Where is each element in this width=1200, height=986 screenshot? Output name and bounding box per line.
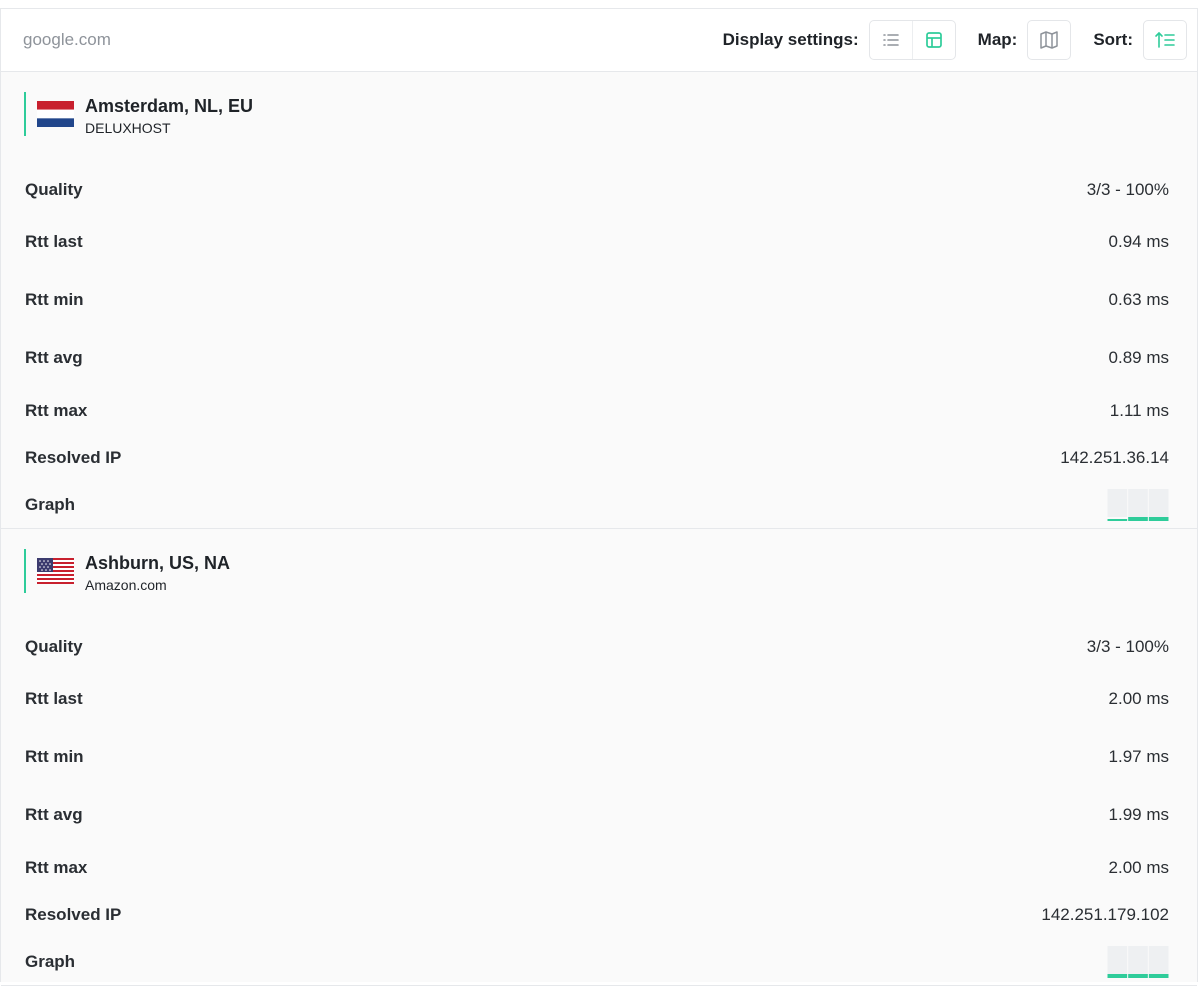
resolved-ip-row: Resolved IP 142.251.36.14 bbox=[1, 434, 1197, 481]
row-label: Rtt max bbox=[25, 857, 88, 877]
united-states-flag-icon bbox=[37, 558, 74, 584]
sort-label: Sort: bbox=[1093, 30, 1133, 49]
graph-sample-bg bbox=[1107, 489, 1128, 517]
row-label: Quality bbox=[25, 179, 83, 199]
row-label: Rtt last bbox=[25, 232, 83, 251]
rtt-avg-row: Rtt avg 1.99 ms bbox=[1, 786, 1197, 844]
location-accent-bar bbox=[24, 92, 26, 136]
row-label: Rtt last bbox=[25, 689, 83, 708]
rtt-last-row: Rtt last 0.94 ms bbox=[1, 213, 1197, 271]
rtt-min-row: Rtt min 0.63 ms bbox=[1, 271, 1197, 329]
graph-sample-bg bbox=[1148, 489, 1169, 517]
row-value: 3/3 - 100% bbox=[1086, 636, 1169, 656]
location-header: Ashburn, US, NA Amazon.com bbox=[1, 529, 1197, 621]
row-label: Graph bbox=[25, 951, 76, 971]
results-panel: google.com Display settings: Map: Sort: … bbox=[0, 8, 1198, 986]
graph-row: Graph bbox=[1, 481, 1197, 528]
row-label: Quality bbox=[25, 636, 83, 656]
display-settings-label: Display settings: bbox=[722, 30, 859, 49]
row-value: 2.00 ms bbox=[1108, 689, 1169, 708]
graph-sample-bar bbox=[1148, 517, 1169, 521]
map-label: Map: bbox=[977, 30, 1018, 49]
list-icon bbox=[882, 34, 899, 46]
row-value: 0.94 ms bbox=[1108, 232, 1169, 251]
resolved-ip-row: Resolved IP 142.251.179.102 bbox=[1, 891, 1197, 938]
location-isp: DELUXHOST bbox=[85, 120, 171, 136]
row-value: 2.00 ms bbox=[1108, 857, 1169, 877]
rtt-max-row: Rtt max 2.00 ms bbox=[1, 844, 1197, 891]
location-header: Amsterdam, NL, EU DELUXHOST bbox=[1, 72, 1197, 164]
netherlands-flag-icon bbox=[37, 101, 74, 127]
row-label: Rtt max bbox=[25, 400, 88, 420]
location-name: Amsterdam, NL, EU bbox=[85, 96, 254, 116]
location-isp: Amazon.com bbox=[85, 577, 167, 593]
graph-sample-bg bbox=[1128, 489, 1148, 517]
row-value: 3/3 - 100% bbox=[1086, 179, 1169, 199]
location-name: Ashburn, US, NA bbox=[85, 553, 231, 573]
display-settings-toggle bbox=[868, 20, 956, 60]
graph-sample-bar bbox=[1107, 974, 1128, 978]
rtt-graph bbox=[1107, 489, 1169, 521]
row-label: Rtt min bbox=[25, 290, 84, 309]
row-value: 142.251.179.102 bbox=[1041, 904, 1169, 924]
row-value: 0.63 ms bbox=[1108, 290, 1169, 309]
graph-sample-bar bbox=[1148, 974, 1169, 978]
row-label: Rtt avg bbox=[25, 348, 83, 367]
sort-button[interactable] bbox=[1144, 21, 1186, 59]
row-value: 1.11 ms bbox=[1109, 400, 1169, 420]
row-value: 1.97 ms bbox=[1108, 747, 1169, 766]
graph-sample-bar bbox=[1128, 517, 1148, 521]
row-label: Graph bbox=[25, 494, 76, 514]
row-label: Rtt avg bbox=[25, 805, 83, 824]
quality-row: Quality 3/3 - 100% bbox=[1, 166, 1197, 213]
quality-row: Quality 3/3 - 100% bbox=[1, 623, 1197, 670]
results-header: google.com Display settings: Map: Sort: bbox=[1, 9, 1197, 72]
row-value: 0.89 ms bbox=[1108, 348, 1169, 367]
row-value: 142.251.36.14 bbox=[1060, 447, 1169, 467]
graph-sample-bg bbox=[1128, 946, 1148, 974]
row-label: Resolved IP bbox=[25, 904, 122, 924]
map-toggle bbox=[1027, 20, 1072, 60]
row-label: Resolved IP bbox=[25, 447, 122, 467]
row-label: Rtt min bbox=[25, 747, 84, 766]
table-view-button[interactable] bbox=[911, 21, 955, 59]
graph-sample-bg bbox=[1148, 946, 1169, 974]
sort-icon bbox=[1155, 31, 1175, 48]
graph-row: Graph bbox=[1, 938, 1197, 985]
rtt-min-row: Rtt min 1.97 ms bbox=[1, 728, 1197, 786]
rtt-last-row: Rtt last 2.00 ms bbox=[1, 670, 1197, 728]
location-card: Ashburn, US, NA Amazon.com Quality 3/3 -… bbox=[1, 529, 1197, 986]
table-icon bbox=[925, 32, 942, 48]
sort-toggle bbox=[1143, 20, 1187, 60]
rtt-graph bbox=[1107, 946, 1169, 978]
graph-sample-bar bbox=[1128, 974, 1148, 978]
map-icon bbox=[1040, 31, 1059, 49]
location-card: Amsterdam, NL, EU DELUXHOST Quality 3/3 … bbox=[1, 72, 1197, 529]
host-label: google.com bbox=[23, 30, 111, 49]
map-button[interactable] bbox=[1028, 21, 1070, 59]
row-value: 1.99 ms bbox=[1108, 805, 1169, 824]
graph-sample-bar bbox=[1107, 519, 1128, 521]
list-view-button[interactable] bbox=[870, 21, 912, 59]
rtt-max-row: Rtt max 1.11 ms bbox=[1, 387, 1197, 434]
graph-sample-bg bbox=[1107, 946, 1128, 974]
location-accent-bar bbox=[24, 549, 26, 593]
rtt-avg-row: Rtt avg 0.89 ms bbox=[1, 329, 1197, 387]
